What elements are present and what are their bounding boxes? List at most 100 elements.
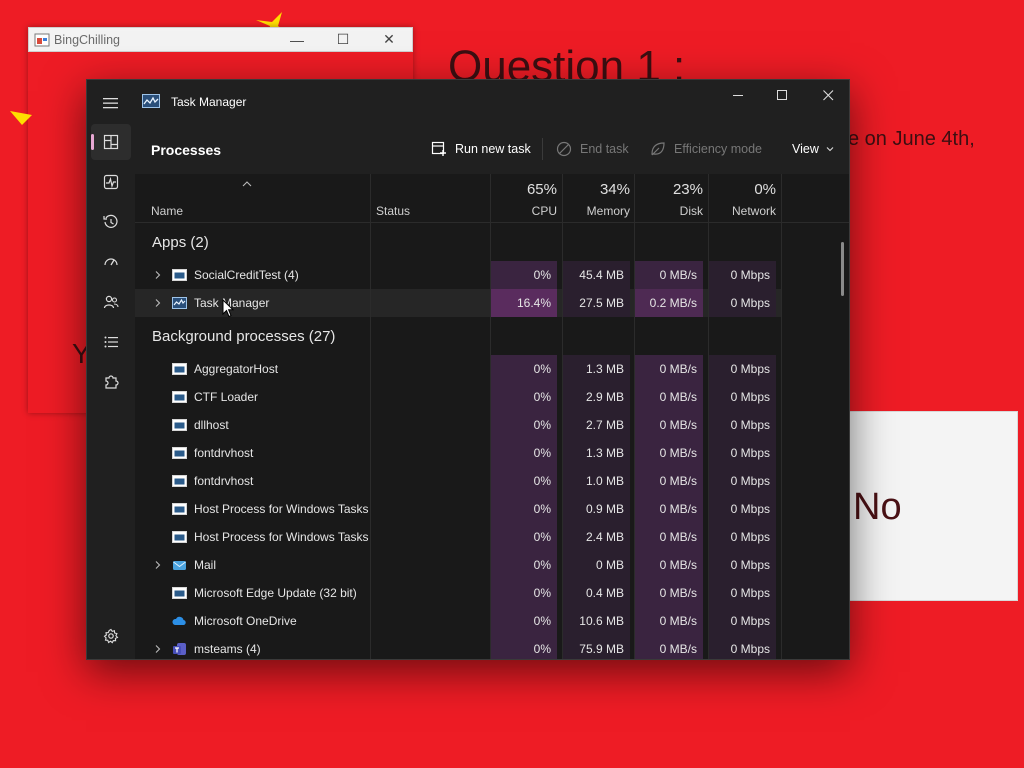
table-row[interactable]: Microsoft OneDrive 0% 10.6 MB 0 MB/s 0 Mbps xyxy=(135,607,781,635)
sidebar xyxy=(87,124,135,659)
nav-users[interactable] xyxy=(91,284,131,320)
bingchilling-title: BingChilling xyxy=(54,32,121,47)
chevron-right-icon[interactable] xyxy=(152,559,164,571)
process-memory: 45.4 MB xyxy=(579,268,624,282)
run-new-task-button[interactable]: Run new task xyxy=(431,138,531,160)
nav-performance[interactable] xyxy=(91,164,131,200)
process-icon xyxy=(172,269,187,281)
performance-icon xyxy=(103,174,119,190)
end-task-icon xyxy=(556,141,572,157)
process-memory: 27.5 MB xyxy=(579,296,624,310)
column-divider xyxy=(708,174,709,659)
menu-icon[interactable] xyxy=(101,93,121,113)
chevron-right-icon[interactable] xyxy=(152,297,164,309)
column-name[interactable]: Name xyxy=(151,204,183,218)
nav-app-history[interactable] xyxy=(91,204,131,240)
process-memory: 0.9 MB xyxy=(585,502,624,516)
table-row[interactable]: fontdrvhost 0% 1.0 MB 0 MB/s 0 Mbps xyxy=(135,467,781,495)
process-name: dllhost xyxy=(194,418,229,432)
process-cpu: 0% xyxy=(533,530,551,544)
maximize-button[interactable] xyxy=(759,80,805,110)
process-icon xyxy=(172,587,187,599)
column-divider xyxy=(490,174,491,659)
network-total[interactable]: 0% xyxy=(709,181,776,198)
history-icon xyxy=(103,214,118,228)
process-network: 0 Mbps xyxy=(730,446,770,460)
bingchilling-titlebar[interactable]: BingChilling — ☐ ✕ xyxy=(28,27,413,52)
close-button[interactable] xyxy=(805,80,849,110)
process-network: 0 Mbps xyxy=(730,502,770,516)
process-network: 0 Mbps xyxy=(730,268,770,282)
column-network[interactable]: Network xyxy=(709,204,776,218)
table-row[interactable]: CTF Loader 0% 2.9 MB 0 MB/s 0 Mbps xyxy=(135,383,781,411)
nav-processes[interactable] xyxy=(91,124,131,160)
end-task-button[interactable]: End task xyxy=(556,138,629,160)
table-row[interactable]: Mail 0% 0 MB 0 MB/s 0 Mbps xyxy=(135,551,781,579)
efficiency-mode-button[interactable]: Efficiency mode xyxy=(650,138,762,160)
column-divider xyxy=(781,174,782,659)
process-network: 0 Mbps xyxy=(730,474,770,488)
table-row[interactable]: AggregatorHost 0% 1.3 MB 0 MB/s 0 Mbps xyxy=(135,355,781,383)
process-icon xyxy=(172,297,187,309)
process-network: 0 Mbps xyxy=(730,296,770,310)
cpu-total[interactable]: 65% xyxy=(491,181,557,198)
process-network: 0 Mbps xyxy=(730,418,770,432)
process-icon xyxy=(172,363,187,375)
mouse-cursor-icon xyxy=(222,299,234,318)
view-dropdown[interactable]: View xyxy=(792,138,835,160)
table-row[interactable]: Microsoft Edge Update (32 bit) 0% 0.4 MB 0 … xyxy=(135,579,781,607)
table-row[interactable]: msteams (4) 0% 75.9 MB 0 MB/s 0 Mbps xyxy=(135,635,781,659)
close-icon xyxy=(822,89,833,100)
process-memory: 2.9 MB xyxy=(585,390,624,404)
process-memory: 2.4 MB xyxy=(585,530,624,544)
minimize-button[interactable] xyxy=(715,80,761,110)
minimize-icon xyxy=(732,94,743,96)
process-cpu: 16.4% xyxy=(516,296,551,310)
process-memory: 1.3 MB xyxy=(585,446,624,460)
memory-total[interactable]: 34% xyxy=(563,181,630,198)
column-disk[interactable]: Disk xyxy=(635,204,703,218)
process-cpu: 0% xyxy=(533,558,551,572)
chevron-right-icon[interactable] xyxy=(152,269,164,281)
nav-settings[interactable] xyxy=(91,618,131,654)
process-network: 0 Mbps xyxy=(730,642,770,656)
process-disk: 0 MB/s xyxy=(659,614,697,628)
column-divider xyxy=(135,222,849,223)
process-icon xyxy=(172,419,187,431)
process-network: 0 Mbps xyxy=(730,390,770,404)
disk-total[interactable]: 23% xyxy=(635,181,703,198)
maximize-button[interactable]: ☐ xyxy=(320,31,366,48)
process-disk: 0 MB/s xyxy=(659,446,697,460)
no-button[interactable]: No xyxy=(830,411,1018,601)
process-disk: 0 MB/s xyxy=(659,642,697,656)
table-row[interactable]: dllhost 0% 2.7 MB 0 MB/s 0 Mbps xyxy=(135,411,781,439)
chevron-right-icon[interactable] xyxy=(152,643,164,655)
table-row[interactable]: SocialCreditTest (4) 0% 45.4 MB 0 MB/s 0 Mbp… xyxy=(135,261,781,289)
process-memory: 2.7 MB xyxy=(585,418,624,432)
close-button[interactable]: ✕ xyxy=(366,31,412,48)
window-title: Task Manager xyxy=(171,95,247,109)
process-network: 0 Mbps xyxy=(730,614,770,628)
process-icon xyxy=(173,643,186,655)
scrollbar-thumb[interactable] xyxy=(841,242,844,296)
nav-startup-apps[interactable] xyxy=(91,244,131,280)
no-button-label: No xyxy=(853,486,902,528)
task-manager-titlebar[interactable]: Task Manager xyxy=(87,80,849,124)
column-cpu[interactable]: CPU xyxy=(491,204,557,218)
page-title: Processes xyxy=(151,142,222,158)
column-status[interactable]: Status xyxy=(376,204,410,218)
sort-ascending-icon[interactable] xyxy=(242,180,252,188)
speedometer-icon xyxy=(104,258,118,266)
minimize-button[interactable]: — xyxy=(274,32,320,48)
table-row[interactable]: Host Process for Windows Tasks 0% 2.4 MB 0 … xyxy=(135,523,781,551)
chevron-down-icon xyxy=(826,147,834,152)
table-row[interactable]: fontdrvhost 0% 1.3 MB 0 MB/s 0 Mbps xyxy=(135,439,781,467)
process-memory: 10.6 MB xyxy=(579,614,624,628)
details-list-icon xyxy=(104,336,118,348)
column-memory[interactable]: Memory xyxy=(563,204,630,218)
nav-details[interactable] xyxy=(91,324,131,360)
process-cpu: 0% xyxy=(533,446,551,460)
table-row[interactable]: Host Process for Windows Tasks 0% 0.9 MB 0 … xyxy=(135,495,781,523)
nav-services[interactable] xyxy=(91,364,131,400)
process-network: 0 Mbps xyxy=(730,558,770,572)
